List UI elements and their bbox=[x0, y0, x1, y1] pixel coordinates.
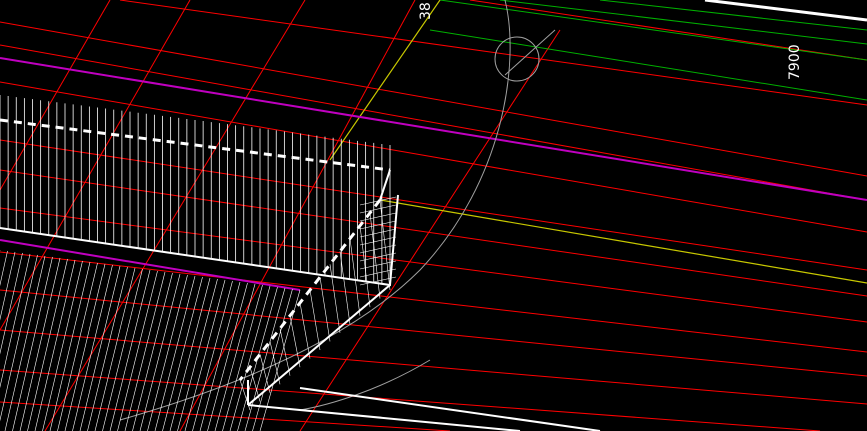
hatch-line bbox=[169, 277, 211, 431]
dimension-label-7900: 7900 bbox=[787, 44, 803, 80]
axis-line bbox=[379, 199, 867, 284]
hatch-line bbox=[109, 269, 151, 431]
hatch-line bbox=[177, 278, 218, 431]
hatch-line bbox=[162, 276, 203, 431]
baluster bbox=[279, 328, 291, 376]
hatch-line bbox=[154, 275, 196, 431]
hatch-line bbox=[102, 268, 143, 431]
hatch-line bbox=[147, 274, 188, 431]
axis-lines-yellow bbox=[329, 0, 867, 284]
baluster bbox=[339, 251, 351, 325]
grid-line bbox=[179, 0, 416, 431]
hatch-line bbox=[79, 265, 121, 431]
grid-line bbox=[0, 289, 867, 377]
cad-drawing-canvas[interactable]: 38 7900 bbox=[0, 0, 867, 431]
hatch-line bbox=[72, 264, 113, 431]
grid-lines-vertical bbox=[0, 0, 561, 431]
hatch-line bbox=[94, 267, 136, 431]
hatch-line bbox=[64, 263, 106, 431]
hatch-line bbox=[184, 279, 226, 431]
slab-edge-upper bbox=[0, 194, 399, 287]
baluster bbox=[359, 225, 371, 308]
grid-line bbox=[469, 0, 867, 61]
hatch-line bbox=[214, 283, 256, 431]
grid-line bbox=[299, 29, 561, 431]
hatch-line bbox=[49, 261, 91, 431]
axis-line bbox=[329, 0, 441, 161]
hatch-line bbox=[117, 270, 158, 431]
baluster bbox=[309, 289, 321, 351]
dimension-label-38: 38 bbox=[418, 2, 434, 20]
baluster bbox=[319, 277, 331, 342]
construction-arcs bbox=[119, 0, 556, 421]
grid-line bbox=[119, 0, 867, 106]
hatch-line bbox=[57, 262, 98, 431]
hatch-line bbox=[207, 282, 248, 431]
hatch-line bbox=[244, 287, 286, 431]
baluster bbox=[289, 315, 301, 368]
baluster bbox=[349, 238, 361, 316]
cad-drawing-viewport[interactable]: 38 7900 bbox=[0, 0, 867, 431]
marker-tick bbox=[504, 29, 556, 76]
hatch-line bbox=[124, 271, 166, 431]
hatch-line bbox=[199, 281, 241, 431]
hatch-line bbox=[192, 280, 233, 431]
hatch-line bbox=[0, 251, 16, 321]
inner-arc bbox=[299, 359, 431, 411]
hatch-line bbox=[87, 266, 128, 431]
grid-line bbox=[0, 251, 867, 353]
grid-line bbox=[44, 0, 306, 431]
grid-line bbox=[0, 329, 867, 405]
grid-line bbox=[0, 0, 191, 331]
grid-line bbox=[0, 401, 451, 431]
hatch-line bbox=[42, 260, 83, 431]
hatch-line bbox=[132, 272, 173, 431]
top-right-edge bbox=[704, 0, 867, 22]
